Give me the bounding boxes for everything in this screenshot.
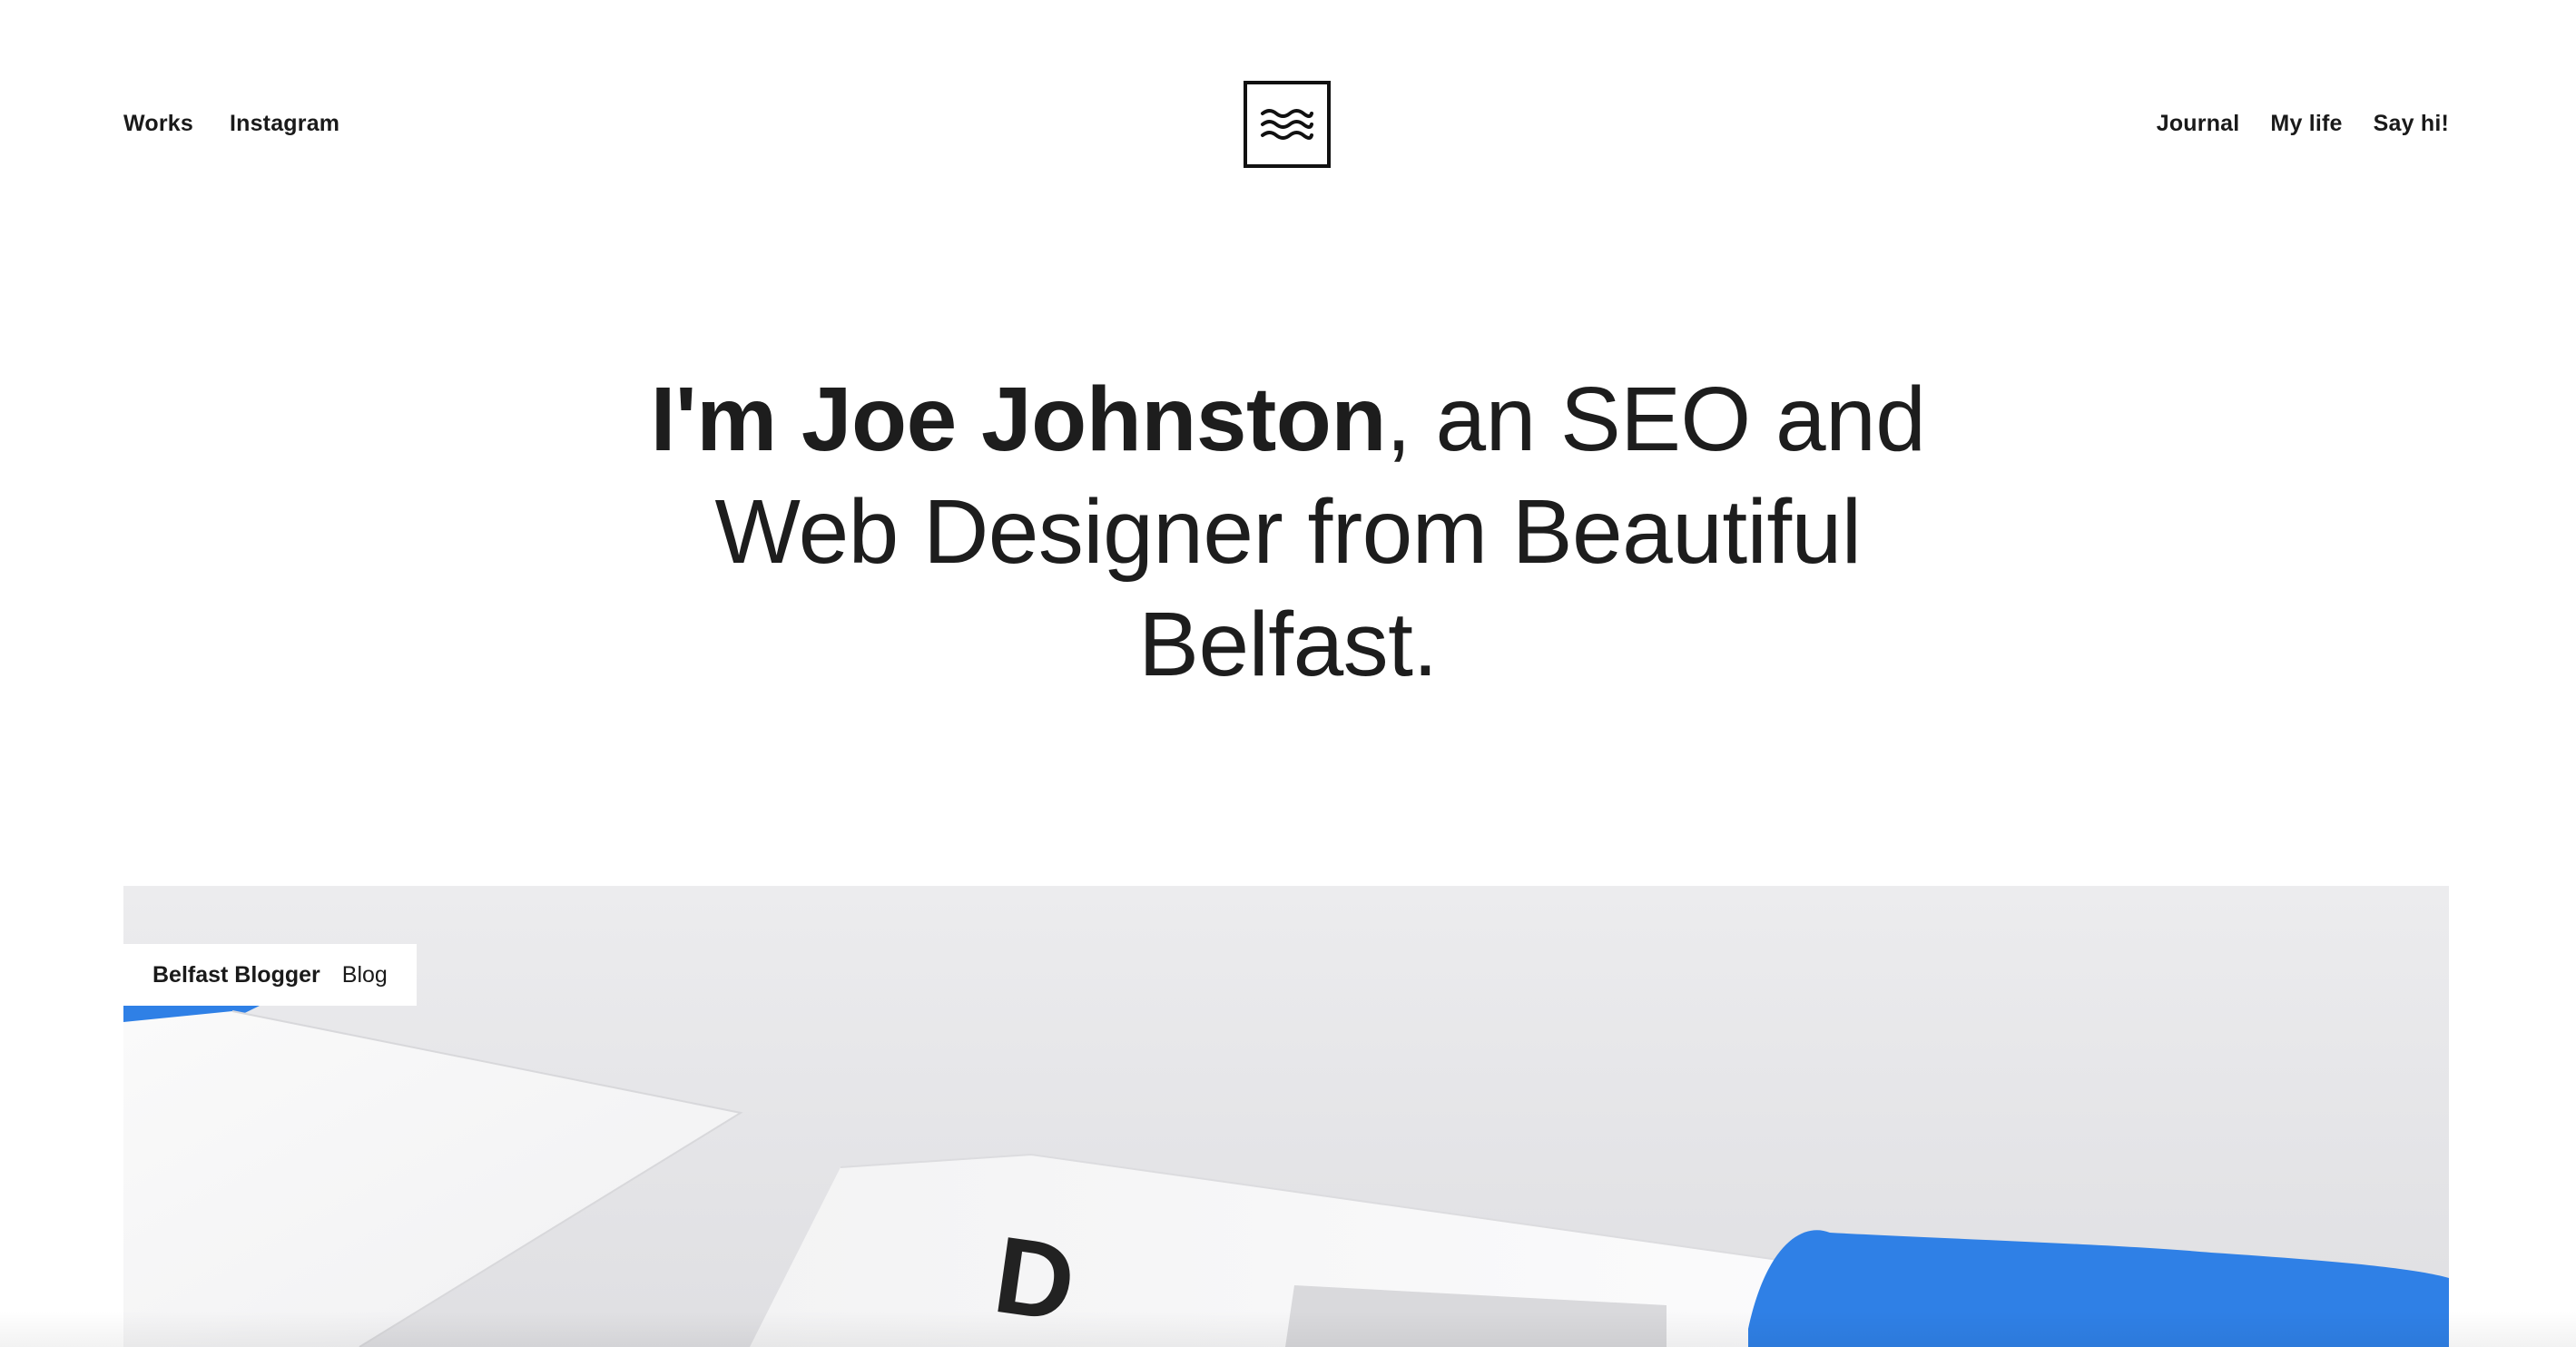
- page: Works Instagram Journal My life Say hi! …: [0, 0, 2576, 1347]
- nav-my-life-link[interactable]: My life: [2270, 107, 2342, 140]
- featured-post-image[interactable]: D: [123, 886, 2449, 1347]
- featured-post-tag: Belfast Blogger Blog: [123, 944, 417, 1006]
- primary-nav-left: Works Instagram: [123, 107, 339, 140]
- featured-image-artwork: D: [123, 1004, 2449, 1347]
- image-letter: D: [988, 1214, 1082, 1345]
- waves-icon: [1261, 109, 1313, 140]
- featured-post-title[interactable]: Belfast Blogger: [152, 962, 320, 988]
- paper-card-left: [123, 1011, 741, 1347]
- hero-line-1-rest: , an SEO and: [1385, 369, 1926, 470]
- nav-say-hi-link[interactable]: Say hi!: [2374, 107, 2449, 140]
- nav-instagram-link[interactable]: Instagram: [230, 107, 339, 140]
- blue-tape-right: [1748, 1230, 2449, 1347]
- featured-post-category[interactable]: Blog: [342, 962, 388, 988]
- hero-line-2: Web Designer from Beautiful: [714, 481, 1862, 583]
- hero-line-1: I'm Joe Johnston, an SEO and: [0, 363, 2576, 476]
- nav-works-link[interactable]: Works: [123, 107, 193, 140]
- hero-line-3: Belfast.: [1138, 594, 1438, 695]
- primary-nav-right: Journal My life Say hi!: [2157, 107, 2449, 140]
- hero-name: I'm Joe Johnston: [650, 369, 1387, 470]
- hero-heading: I'm Joe Johnston, an SEO and Web Designe…: [0, 363, 2576, 701]
- site-logo[interactable]: [1244, 81, 1331, 168]
- nav-journal-link[interactable]: Journal: [2157, 107, 2240, 140]
